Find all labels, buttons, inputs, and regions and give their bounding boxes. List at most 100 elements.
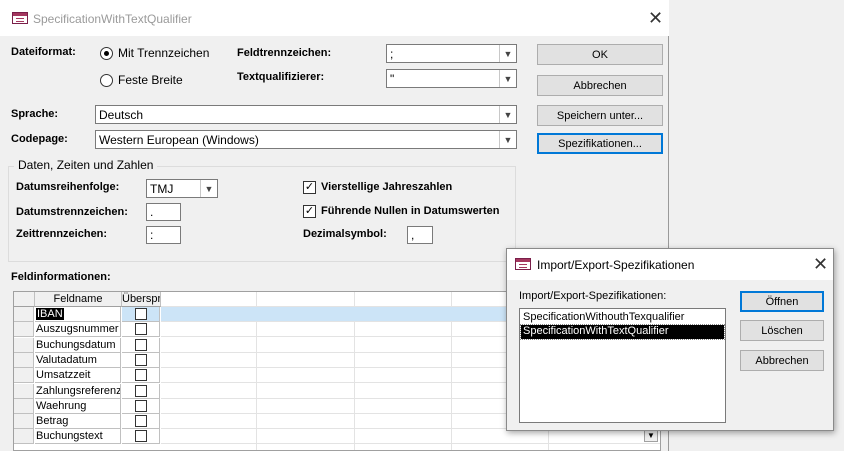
popup-list-label: Import/Export-Spezifikationen: (519, 290, 667, 302)
feldtrennzeichen-combo[interactable]: ; ▼ (386, 44, 517, 63)
group-title: Daten, Zeiten und Zahlen (14, 158, 158, 172)
codepage-label: Codepage: (11, 133, 68, 145)
field-name-text: Auszugsnummer (36, 323, 119, 336)
row-selector[interactable] (14, 398, 34, 414)
row-selector[interactable] (14, 414, 34, 430)
skip-checkbox[interactable] (135, 369, 147, 382)
radio-fixed-width[interactable] (100, 74, 113, 87)
close-icon[interactable]: ✕ (813, 255, 828, 273)
field-name-cell[interactable]: Buchungsdatum (35, 337, 121, 353)
datumstrennzeichen-value: . (150, 205, 154, 219)
datumsreihenfolge-value: TMJ (150, 182, 174, 196)
table-row[interactable]: Buchungstext (14, 429, 660, 445)
dialog-titlebar: SpecificationWithTextQualifier ✕ (0, 0, 669, 36)
ok-button[interactable]: OK (537, 44, 663, 65)
field-name-cell[interactable]: Betrag (35, 414, 121, 430)
datumstrennzeichen-input[interactable]: . (146, 203, 181, 221)
sprache-combo[interactable]: Deutsch ▼ (95, 105, 517, 124)
chevron-down-icon[interactable]: ▼ (499, 45, 516, 62)
textqualifizierer-label: Textqualifizierer: (237, 71, 325, 83)
field-name-cell[interactable]: Zahlungsreferenz (35, 383, 121, 399)
sprache-value: Deutsch (99, 108, 144, 122)
table-form-icon (515, 258, 531, 270)
field-name-text: Betrag (36, 415, 69, 428)
row-selector[interactable] (14, 368, 34, 384)
leading-zeros-label: Führende Nullen in Datumswerten (321, 205, 500, 217)
four-digit-years-checkbox[interactable]: ✓ (303, 181, 316, 194)
skip-cell (122, 368, 160, 384)
sprache-label: Sprache: (11, 108, 59, 120)
checkmark-icon: ✓ (304, 181, 315, 193)
field-name-text: Waehrung (36, 399, 87, 412)
skip-checkbox[interactable] (135, 384, 147, 397)
textqualifizierer-combo[interactable]: " ▼ (386, 69, 517, 88)
field-name-cell[interactable]: Auszugsnummer (35, 322, 121, 338)
delete-button[interactable]: Löschen (740, 320, 824, 341)
scroll-down-arrow[interactable]: ▼ (644, 430, 658, 442)
field-name-cell[interactable]: Buchungstext (35, 429, 121, 445)
cancel-button[interactable]: Abbrechen (537, 75, 663, 96)
grid-header-fieldname[interactable]: Feldname (35, 292, 122, 307)
datumsreihenfolge-label: Datumsreihenfolge: (16, 181, 120, 193)
row-selector[interactable] (14, 383, 34, 399)
skip-checkbox[interactable] (135, 308, 147, 320)
datumsreihenfolge-combo[interactable]: TMJ ▼ (146, 179, 218, 198)
row-selector[interactable] (14, 352, 34, 368)
chevron-down-icon[interactable]: ▼ (499, 131, 516, 148)
zeittrennzeichen-input[interactable]: : (146, 226, 181, 244)
chevron-down-icon[interactable]: ▼ (200, 180, 217, 197)
skip-cell (122, 337, 160, 353)
radio-delimited[interactable] (100, 47, 113, 60)
save-as-button[interactable]: Speichern unter... (537, 105, 663, 126)
skip-checkbox[interactable] (135, 430, 147, 443)
field-name-cell[interactable]: Valutadatum (35, 352, 121, 368)
chevron-down-icon[interactable]: ▼ (499, 70, 516, 87)
skip-cell (122, 398, 160, 414)
feldtrennzeichen-label: Feldtrennzeichen: (237, 47, 332, 59)
skip-checkbox[interactable] (135, 399, 147, 412)
skip-checkbox[interactable] (135, 323, 147, 336)
skip-checkbox[interactable] (135, 353, 147, 366)
list-item[interactable]: SpecificationWithouthTexqualifier (521, 311, 724, 325)
radio-delimited-label: Mit Trennzeichen (118, 46, 210, 60)
field-name-text: Umsatzzeit (36, 369, 91, 382)
row-selector[interactable] (14, 429, 34, 445)
skip-cell (122, 307, 160, 322)
skip-cell (122, 414, 160, 430)
dezimalsymbol-input[interactable]: , (407, 226, 433, 244)
field-name-cell[interactable]: Umsatzzeit (35, 368, 121, 384)
row-selector[interactable] (14, 307, 34, 322)
row-selector[interactable] (14, 337, 34, 353)
specifications-button[interactable]: Spezifikationen... (537, 133, 663, 154)
skip-cell (122, 383, 160, 399)
popup-cancel-button[interactable]: Abbrechen (740, 350, 824, 371)
skip-cell (122, 429, 160, 445)
grid-header-skip[interactable]: Überspr (122, 292, 161, 307)
feldtrennzeichen-value: ; (390, 47, 394, 61)
close-icon[interactable]: ✕ (648, 9, 663, 27)
chevron-down-icon[interactable]: ▼ (499, 106, 516, 123)
checkmark-icon: ✓ (304, 205, 315, 217)
dateiformat-label: Dateiformat: (11, 46, 76, 58)
field-name-text: Buchungsdatum (36, 338, 116, 351)
row-selector[interactable] (14, 322, 34, 338)
popup-title: Import/Export-Spezifikationen (537, 258, 695, 272)
leading-zeros-checkbox[interactable]: ✓ (303, 205, 316, 218)
spec-picker-dialog: Import/Export-Spezifikationen ✕ Import/E… (506, 248, 834, 431)
four-digit-years-label: Vierstellige Jahreszahlen (321, 181, 453, 193)
list-item-selected[interactable]: SpecificationWithTextQualifier (520, 324, 725, 340)
field-name-cell[interactable]: IBAN (35, 307, 121, 322)
open-button[interactable]: Öffnen (740, 291, 824, 312)
spec-list[interactable]: SpecificationWithouthTexqualifier Specif… (519, 308, 726, 423)
feldinformationen-label: Feldinformationen: (11, 271, 111, 283)
skip-checkbox[interactable] (135, 338, 147, 351)
datumstrennzeichen-label: Datumstrennzeichen: (16, 206, 128, 218)
field-name-cell[interactable]: Waehrung (35, 398, 121, 414)
popup-titlebar: Import/Export-Spezifikationen ✕ (507, 249, 833, 280)
field-name-text: Zahlungsreferenz (36, 384, 121, 397)
grid-corner[interactable] (14, 292, 35, 307)
skip-checkbox[interactable] (135, 415, 147, 428)
codepage-value: Western European (Windows) (99, 133, 259, 147)
field-name-text: Valutadatum (36, 353, 97, 366)
codepage-combo[interactable]: Western European (Windows) ▼ (95, 130, 517, 149)
